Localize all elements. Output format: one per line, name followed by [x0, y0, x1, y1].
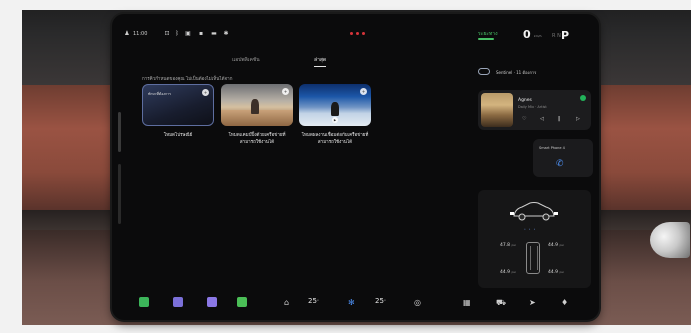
profile-icon[interactable]: ♟: [124, 30, 130, 37]
phone-widget[interactable]: Smart Phone 4 ✆: [533, 139, 593, 177]
app-icon-lime[interactable]: [237, 297, 247, 307]
clock: 11:00: [133, 31, 148, 37]
mode-card-1-label: โหมดไปรษณีย์: [163, 133, 193, 138]
steering-wheel-stalk: [650, 222, 690, 258]
section-title: การคิวกำหนดของคุณ ไม่เป็นต้องไม่เห็นได้จ…: [142, 77, 233, 82]
gear-inactive: R N: [552, 33, 561, 39]
tab-recent[interactable]: ล่าสุด: [314, 56, 327, 67]
mode-card-1[interactable]: ทักษะที่ต้องการ +: [142, 84, 214, 126]
next-icon[interactable]: ▷: [576, 116, 580, 122]
photo-border-bottom: [0, 325, 691, 333]
navigation-arrow-icon[interactable]: ➤: [529, 298, 536, 307]
status-bar: ♟ 11:00 ⊡ ᛒ ▣ ▪ ▬ ✱ ระยะทาง 0 km/h R N P: [112, 14, 599, 48]
previous-icon[interactable]: ◁: [540, 116, 544, 122]
recording-dot: [350, 32, 353, 35]
drawer-handle-lower[interactable]: [118, 164, 121, 224]
app-icon-green[interactable]: [139, 297, 149, 307]
video-icon[interactable]: ▪: [198, 30, 204, 37]
album-art: [481, 93, 513, 127]
camera-icon[interactable]: ▣: [185, 30, 191, 37]
defrost-icon[interactable]: ◎: [414, 298, 421, 307]
gear-indicator: P: [561, 29, 570, 42]
car-interior-background: ♟ 11:00 ⊡ ᛒ ▣ ▪ ▬ ✱ ระยะทาง 0 km/h R N P: [0, 0, 691, 333]
range-label: ระยะทาง: [478, 31, 498, 37]
drawer-handle[interactable]: [118, 112, 121, 152]
card-image-figure: [331, 102, 339, 116]
photo-border-top: [0, 0, 691, 10]
vehicle-status-card[interactable]: • • • 47.8 psi 44.9 psi 44.9 psi 44.9 ps…: [478, 190, 591, 288]
track-title: Agnes: [518, 98, 532, 103]
right-panel: Sentinel · 11 ต้องการ Agnes Daily Mix · …: [468, 48, 599, 320]
app-icon-purple[interactable]: [173, 297, 183, 307]
mode-card-3-label: โหมดผลงานเชื่อมต่อกับเครือข่ายที่สามารถใ…: [301, 133, 369, 145]
play-icon[interactable]: ▶: [332, 117, 338, 123]
track-subtitle: Daily Mix · Artist: [518, 105, 547, 109]
add-icon[interactable]: +: [360, 88, 367, 95]
lock-icon[interactable]: ⊡: [164, 30, 170, 37]
grid-icon[interactable]: ▦: [463, 298, 471, 307]
navigation-chip[interactable]: Sentinel · 11 ต้องการ: [478, 66, 593, 80]
heart-icon[interactable]: ♡: [522, 116, 526, 122]
seat-heater-icon[interactable]: ⌂: [284, 298, 289, 307]
phone-label: Smart Phone 4: [539, 146, 565, 150]
tire-rear-right: 44.9 psi: [548, 270, 564, 275]
passenger-temperature[interactable]: 25°: [375, 297, 386, 305]
speed-unit: km/h: [534, 34, 542, 38]
app-icon-violet[interactable]: [207, 297, 217, 307]
fan-icon[interactable]: ✻: [348, 298, 355, 307]
bluetooth-icon[interactable]: ᛒ: [174, 30, 180, 37]
recording-dot: [356, 32, 359, 35]
speed-readout: 0: [523, 28, 531, 41]
bottom-dock: ⌂ 25° ✻ 25° ◎ ▦ ⛟ ➤ ♦: [112, 286, 599, 320]
mode-card-3[interactable]: ▶ +: [299, 84, 371, 126]
page-dots: • • •: [524, 227, 537, 231]
car-icon: [510, 202, 558, 221]
add-icon[interactable]: +: [202, 89, 209, 96]
signal-icon: ▬: [211, 29, 217, 37]
photo-border-left: [0, 0, 22, 333]
mode-card-2[interactable]: +: [221, 84, 293, 126]
infotainment-display: ♟ 11:00 ⊡ ᛒ ▣ ▪ ▬ ✱ ระยะทาง 0 km/h R N P: [112, 14, 599, 320]
tire-front-left: 47.8 psi: [500, 243, 516, 248]
tire-rear-left: 44.9 psi: [500, 270, 516, 275]
card-image-figure: [251, 99, 259, 114]
notification-icon[interactable]: ♦: [561, 298, 568, 307]
settings-icon[interactable]: ✱: [223, 30, 229, 37]
tire-pressure-diagram: [526, 242, 540, 274]
card-chip: ทักษะที่ต้องการ: [148, 92, 171, 96]
battery-level-bar: [478, 38, 494, 40]
phone-icon[interactable]: ✆: [556, 159, 564, 169]
mode-card-2-label: โหมดแคมป์ปิ้งด้วยเครือข่ายที่สามารถใช้งา…: [228, 133, 286, 145]
car-controls-icon[interactable]: ⛟: [496, 298, 506, 308]
app-tabs: แอปพลิเคชัน ล่าสุด: [232, 56, 372, 68]
navigation-text: Sentinel · 11 ต้องการ: [496, 70, 537, 75]
tire-front-right: 44.9 psi: [548, 243, 564, 248]
recording-dot: [362, 32, 365, 35]
pause-icon[interactable]: ‖: [558, 116, 561, 122]
navigation-icon: [478, 68, 490, 75]
driver-temperature[interactable]: 25°: [308, 297, 319, 305]
media-player[interactable]: Agnes Daily Mix · Artist ♡ ◁ ‖ ▷: [478, 90, 591, 130]
spotify-icon: [580, 95, 586, 101]
tab-applications[interactable]: แอปพลิเคชัน: [232, 56, 260, 64]
add-icon[interactable]: +: [282, 88, 289, 95]
